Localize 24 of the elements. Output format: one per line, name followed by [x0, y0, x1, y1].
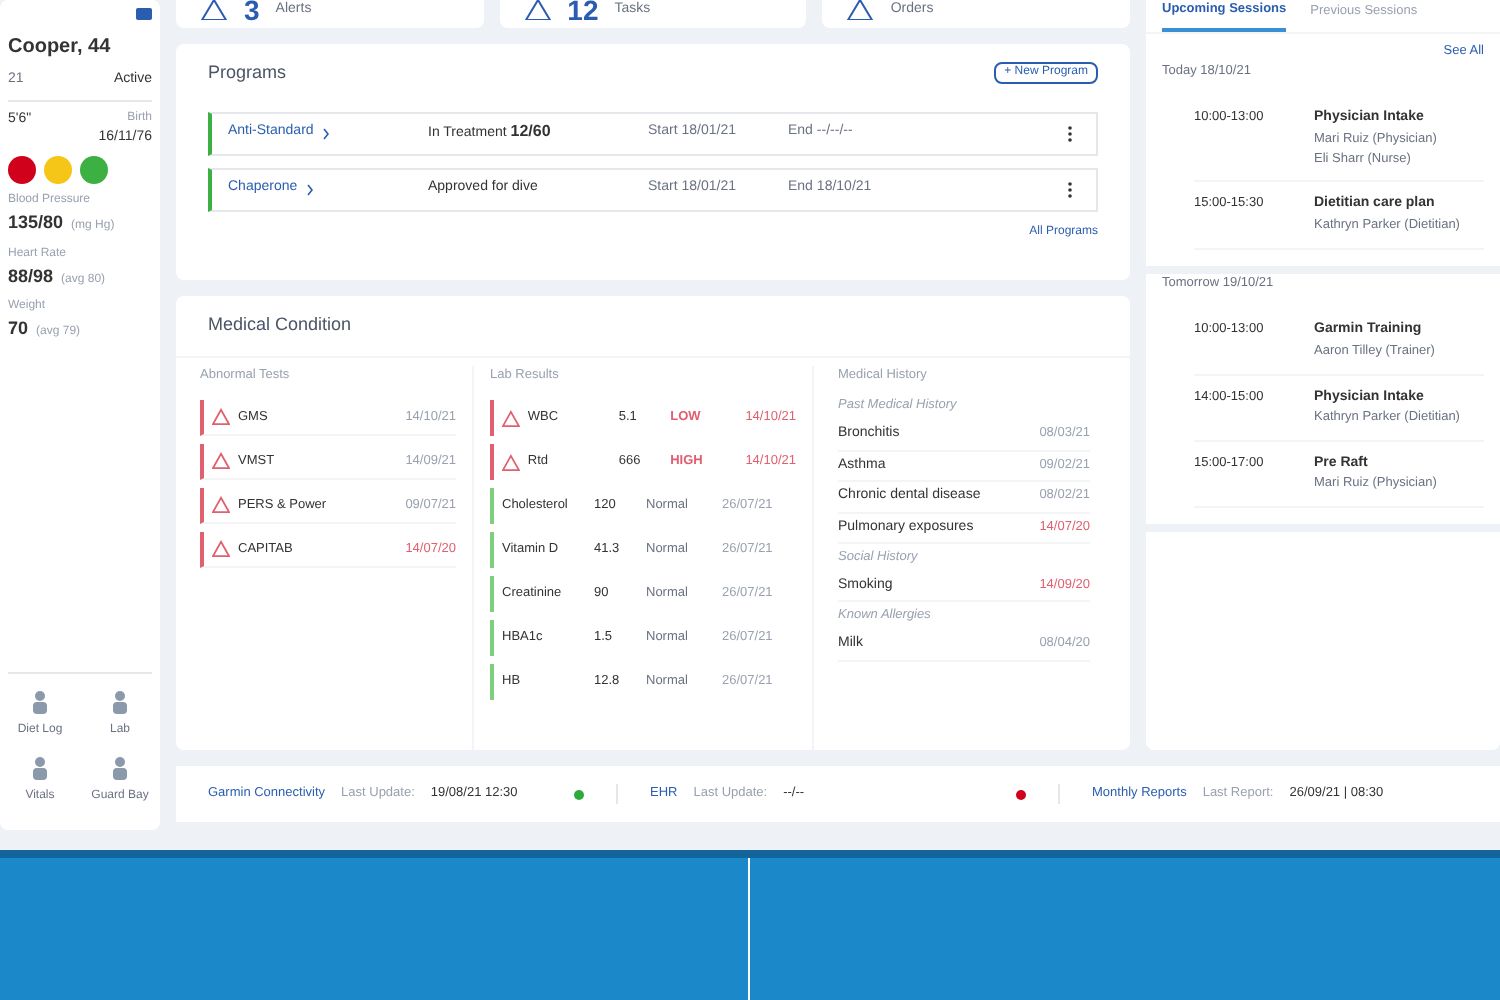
vital-value: 70 — [8, 316, 29, 342]
warning-icon — [502, 409, 520, 428]
chevron-right-icon — [321, 127, 330, 139]
warning-icon — [212, 540, 230, 559]
alert-icon — [523, 0, 552, 20]
person-icon — [110, 690, 130, 714]
warning-icon — [212, 496, 230, 515]
person-icon — [30, 690, 50, 714]
patient-name: Cooper, 44 — [8, 34, 113, 62]
summary-count: 12 — [567, 0, 599, 29]
warning-icon — [212, 408, 230, 427]
alert-icon — [200, 0, 228, 20]
chevron-right-icon — [305, 183, 314, 195]
person-icon — [30, 756, 50, 780]
summary-count: 3 — [244, 0, 260, 29]
chat-icon[interactable] — [136, 8, 152, 24]
alert-icon — [846, 0, 875, 20]
person-icon — [110, 756, 130, 780]
vital-value: 88/98 — [8, 263, 54, 289]
warning-icon — [212, 452, 230, 471]
warning-icon — [502, 453, 520, 472]
card-title: Programs — [208, 60, 287, 86]
vital-value: 135/80 — [8, 210, 64, 236]
card-title: Medical Condition — [176, 296, 1130, 357]
